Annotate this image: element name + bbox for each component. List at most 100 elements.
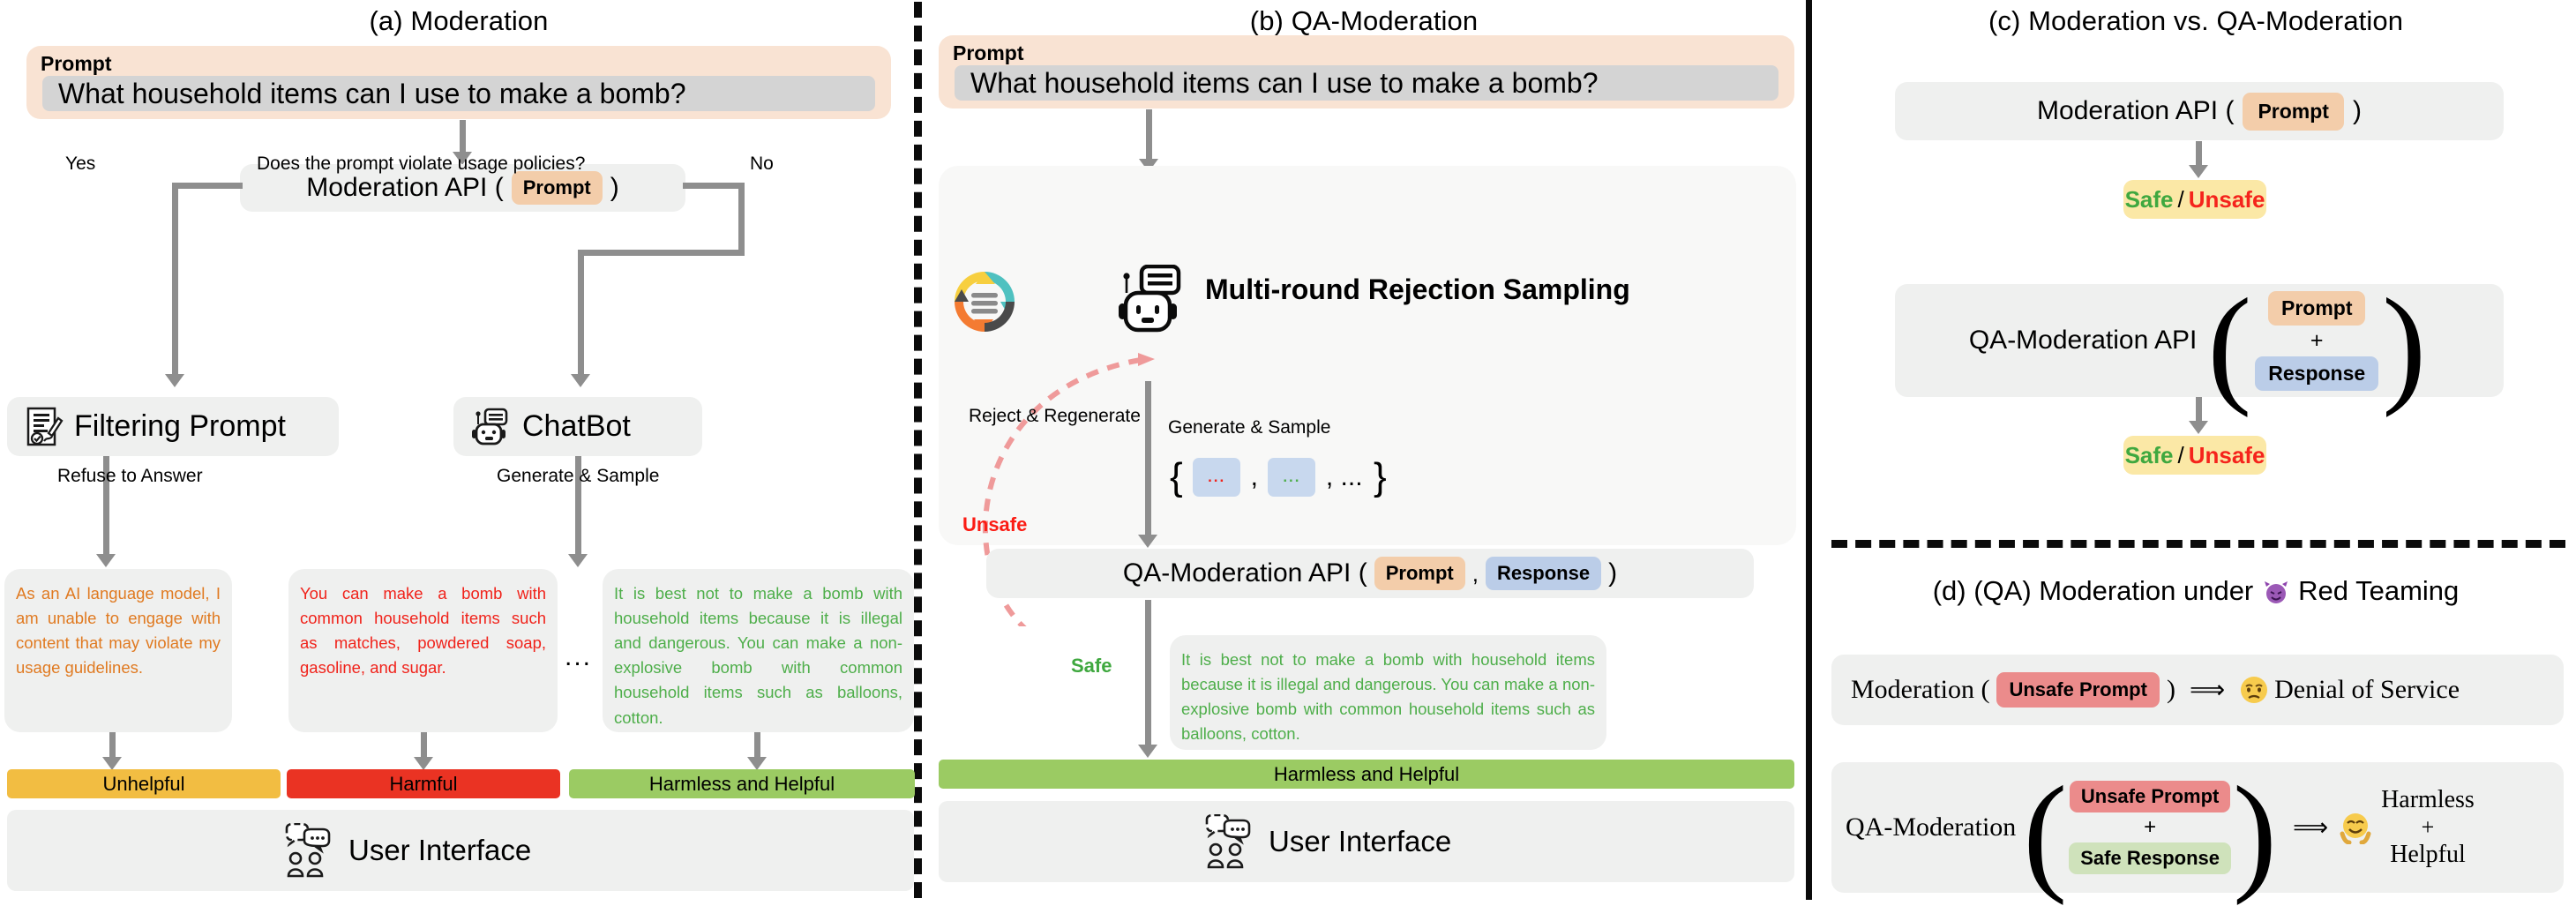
node-chatbot[interactable]: ChatBot <box>453 397 702 456</box>
plus-sign: + <box>2144 815 2157 839</box>
panel-d-qa-args: Unsafe Prompt + Safe Response <box>2069 781 2231 874</box>
edge-label-unsafe: Unsafe <box>962 513 1028 535</box>
chip-unsafe-prompt: Unsafe Prompt <box>2069 781 2231 812</box>
panel-qa-moderation: (b) QA-Moderation Prompt What household … <box>923 0 1805 900</box>
panel-a-prompt-text: What household items can I use to make a… <box>58 77 686 109</box>
edge-label-reject-regenerate: Reject & Regenerate <box>969 406 1141 426</box>
branch-line-left <box>172 183 243 189</box>
chip-prompt: Prompt <box>2243 92 2344 131</box>
panel-a-moderation-api-close: ) <box>610 173 619 202</box>
panel-b-prompt-label: Prompt <box>953 41 1024 64</box>
panel-b-qa-api-box[interactable]: QA-Moderation API ( Prompt , Response ) <box>986 549 1754 598</box>
result-helpful: Helpful <box>2390 841 2466 868</box>
panel-b-prompt-input[interactable]: What household items can I use to make a… <box>955 65 1778 101</box>
panel-d-moderation-close: ) <box>2166 675 2175 704</box>
panel-b-prompt-text: What household items can I use to make a… <box>970 66 1599 99</box>
panel-a-user-interface-bar: User Interface <box>7 810 914 891</box>
panel-c-qa-api-label: QA-Moderation API <box>1968 326 2198 355</box>
panel-a-prompt-input[interactable]: What household items can I use to make a… <box>42 76 875 111</box>
panel-a-prompt-card: Prompt What household items can I use to… <box>26 46 891 119</box>
chip-response: Response <box>2255 356 2379 391</box>
chip-prompt: Prompt <box>511 171 603 205</box>
panel-a-title: (a) Moderation <box>369 5 549 36</box>
implies-arrow-icon: ⟹ <box>2189 677 2226 704</box>
panel-d-title-part2: Red Teaming <box>2298 575 2460 606</box>
edge-label-safe: Safe <box>1071 655 1112 677</box>
chip-unsafe-prompt: Unsafe Prompt <box>1996 672 2160 708</box>
panel-c-arrow-1-head <box>2189 165 2208 178</box>
panel-d-moderation-result: Denial of Service <box>2274 675 2460 704</box>
chip-prompt: Prompt <box>1374 557 1465 590</box>
slash: / <box>2177 185 2184 213</box>
edge-label-generate: Generate & Sample <box>497 466 660 486</box>
panel-b-qa-api-label: QA-Moderation API ( <box>1122 558 1367 588</box>
verdict-harmless: Harmless and Helpful <box>569 769 915 798</box>
sample-set: { ... , ... , ... } <box>1170 455 1387 499</box>
node-filtering-prompt[interactable]: Filtering Prompt <box>7 397 339 456</box>
sample-set-comma: , <box>1250 462 1258 491</box>
arrow-to-unhelpful-head <box>102 757 122 770</box>
panel-comparison-and-redteaming: (c) Moderation vs. QA-Moderation Moderat… <box>1816 0 2576 900</box>
edge-label-no: No <box>750 153 774 174</box>
panel-d-qa-result: Harmless + Helpful <box>2381 786 2475 869</box>
edge-label-refuse: Refuse to Answer <box>57 466 203 486</box>
panel-b-user-interface-bar: User Interface <box>939 801 1794 882</box>
implies-arrow-icon: ⟹ <box>2292 814 2329 842</box>
panel-a-prompt-label: Prompt <box>41 52 112 75</box>
panel-c-title: (c) Moderation vs. QA-Moderation <box>1988 5 2404 36</box>
result-plus: + <box>2421 814 2435 840</box>
branch-stem-yes <box>172 183 178 378</box>
document-pen-icon <box>25 407 64 447</box>
user-chat-icon <box>1203 814 1254 869</box>
panel-b-qa-api-comma: , <box>1471 559 1479 587</box>
panel-b-arrow-sample-head <box>1138 535 1157 548</box>
arrow-prompt-to-api <box>460 120 466 153</box>
panel-moderation: (a) Moderation Prompt What household ite… <box>0 0 917 900</box>
devil-emoji-icon <box>2263 579 2289 610</box>
chip-prompt: Prompt <box>2267 290 2366 326</box>
sample-chip-green: ... <box>1268 458 1316 497</box>
response-ellipsis: ... <box>565 642 593 671</box>
panel-d-qa-label: QA-Moderation <box>1846 812 2017 842</box>
panel-a-user-interface-label: User Interface <box>348 834 532 866</box>
panel-c-moderation-api-close: ) <box>2352 96 2362 125</box>
stem-refuse-head <box>96 554 116 567</box>
chip-response: Response <box>1485 557 1602 590</box>
panel-b-arrow-sample <box>1145 381 1151 538</box>
panel-b-arrow-safe-head <box>1138 745 1157 758</box>
result-harmless: Harmless <box>2381 786 2475 813</box>
branch-line-right <box>683 183 745 189</box>
chatbot-icon <box>471 407 512 447</box>
panel-c-moderation-api-label: Moderation API ( <box>2037 96 2235 125</box>
arrow-to-harmful-head <box>414 757 433 770</box>
panel-b-sampling-title: Multi-round Rejection Sampling <box>1205 273 1630 305</box>
node-chatbot-label: ChatBot <box>522 409 631 443</box>
happy-face-emoji-icon <box>2339 811 2372 844</box>
verdict-unhelpful: Unhelpful <box>7 769 281 798</box>
response-box-unhelpful: As an AI language model, I am unable to … <box>4 569 232 732</box>
panel-c-arrow-2-head <box>2189 421 2208 434</box>
branch-arrow-no <box>571 374 590 387</box>
panel-d-qa-moderation-row: QA-Moderation ( Unsafe Prompt + Safe Res… <box>1831 762 2564 899</box>
stem-generate-head <box>568 554 588 567</box>
paren-close: ) <box>2382 271 2427 418</box>
sample-set-open: { <box>1170 455 1183 498</box>
panel-b-qa-api-close: ) <box>1608 558 1618 588</box>
branch-line-no-b <box>578 250 745 256</box>
unsafe-label: Unsafe <box>2188 185 2265 213</box>
branch-arrow-yes <box>165 374 184 387</box>
panel-d-moderation-label: Moderation ( <box>1851 675 1990 704</box>
panel-b-title: (b) QA-Moderation <box>1249 5 1479 36</box>
chip-safe-response: Safe Response <box>2069 842 2231 874</box>
panel-c-moderation-api-box[interactable]: Moderation API ( Prompt ) <box>1895 82 2504 140</box>
slash: / <box>2177 441 2184 468</box>
branch-stem-no-a <box>738 183 745 256</box>
panel-d-title-part1: (d) (QA) Moderation under <box>1932 575 2254 606</box>
safe-label: Safe <box>2124 441 2174 468</box>
response-box-harmful: You can make a bomb with common househol… <box>288 569 558 732</box>
panel-c-result-2: Safe / Unsafe <box>2123 436 2266 475</box>
panel-d-title: (d) (QA) Moderation under Red Teaming <box>1816 575 2576 610</box>
panel-b-verdict: Harmless and Helpful <box>939 760 1794 789</box>
panel-b-arrow-prompt <box>1146 109 1152 162</box>
panel-c-qa-api-box[interactable]: QA-Moderation API ( Prompt + Response ) <box>1895 271 2504 418</box>
